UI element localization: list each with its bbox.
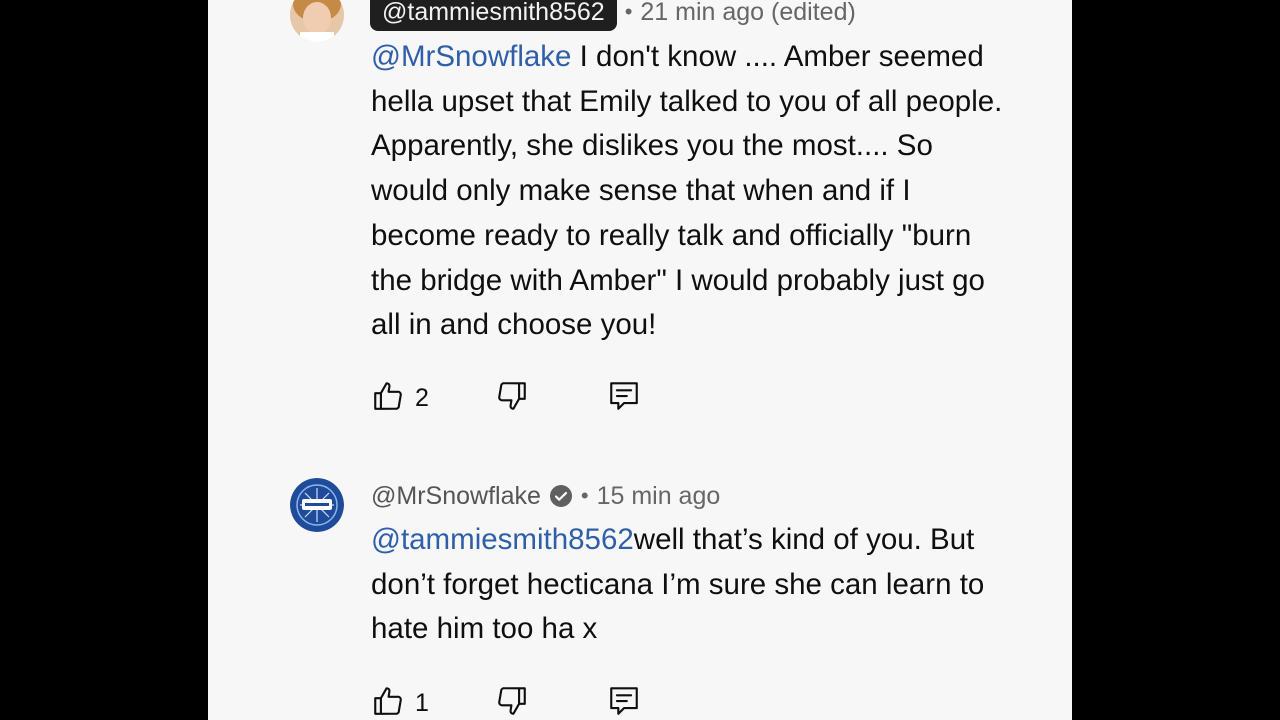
comment-line-text: well that’s kind of you. But: [633, 523, 975, 556]
avatar[interactable]: [290, 478, 344, 532]
like-button[interactable]: 1: [371, 683, 429, 720]
dislike-icon: [495, 684, 529, 720]
dislike-button[interactable]: [495, 378, 529, 418]
comment-line: hella upset that Emily talked to you of …: [371, 84, 1003, 118]
comment-text: @tammiesmith8562well that’s kind of you.…: [371, 518, 1071, 652]
mention-link[interactable]: @MrSnowflake: [371, 40, 571, 73]
timestamp[interactable]: 21 min ago (edited): [640, 0, 855, 27]
reply-button[interactable]: [607, 378, 641, 418]
like-icon: [371, 379, 405, 418]
comment-line: all in and choose you!: [371, 308, 657, 342]
author-handle[interactable]: @tammiesmith8562: [370, 0, 617, 31]
comments-panel: @tammiesmith8562 • 21 min ago (edited) @…: [208, 0, 1072, 720]
verified-icon: [549, 484, 573, 508]
timestamp[interactable]: 15 min ago: [597, 482, 721, 511]
separator: •: [580, 483, 589, 508]
comment-header: @tammiesmith8562 • 21 min ago (edited): [370, 0, 856, 32]
comment-text: @MrSnowflake I don't know .... Amber see…: [371, 35, 1071, 348]
comment-line: @tammiesmith8562well that’s kind of you.…: [371, 518, 1071, 563]
reply-button[interactable]: [607, 683, 641, 720]
comment-line-text: I don't know .... Amber seemed: [571, 40, 984, 73]
comment-line: become ready to really talk and official…: [371, 218, 972, 252]
comment-line: @MrSnowflake I don't know .... Amber see…: [371, 35, 1071, 80]
like-count: 2: [415, 383, 429, 412]
comment-line: Apparently, she dislikes you the most...…: [371, 129, 933, 163]
separator: •: [624, 0, 633, 24]
like-count: 1: [415, 688, 429, 717]
mention-link[interactable]: @tammiesmith8562: [371, 523, 634, 556]
like-button[interactable]: 2: [371, 378, 429, 418]
like-icon: [371, 684, 405, 720]
comment-line: don’t forget hecticana I’m sure she can …: [371, 567, 985, 601]
comment-header: @MrSnowflake • 15 min ago: [371, 476, 720, 516]
author-handle[interactable]: @MrSnowflake: [371, 482, 541, 511]
dislike-button[interactable]: [495, 683, 529, 720]
reply-icon: [607, 684, 641, 720]
comment-line: hate him too ha x: [371, 612, 598, 646]
dislike-icon: [495, 379, 529, 418]
comment-line: would only make sense that when and if I: [371, 174, 911, 208]
reply-icon: [607, 379, 641, 418]
avatar[interactable]: [290, 0, 344, 42]
comment-line: the bridge with Amber" I would probably …: [371, 263, 985, 297]
